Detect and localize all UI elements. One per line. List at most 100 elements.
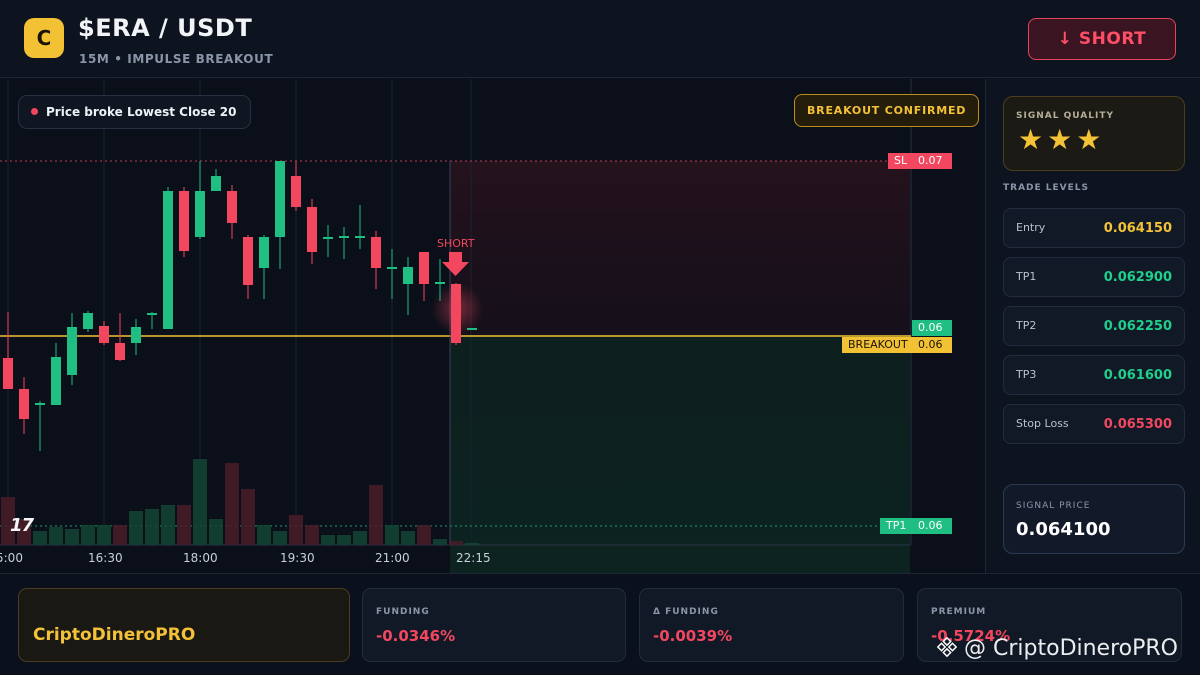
candle-body	[147, 313, 157, 315]
candles	[3, 161, 477, 451]
candle-body	[259, 237, 269, 268]
candle-body	[51, 357, 61, 405]
timeframe-subtitle: 15M • IMPULSE BREAKOUT	[79, 52, 274, 66]
app-logo: C	[24, 18, 64, 58]
signal-quality-card: SIGNAL QUALITY ★★★	[1003, 96, 1185, 171]
candle-body	[243, 237, 253, 285]
breakout-tag-value: 0.06	[912, 337, 952, 353]
volume-bar	[289, 515, 303, 545]
candle-body	[99, 326, 109, 343]
target-zone	[450, 336, 910, 573]
candle-body	[355, 236, 365, 238]
breakout-confirmed-badge: BREAKOUT CONFIRMED	[794, 94, 980, 127]
volume-bar	[321, 535, 335, 545]
volume-bar	[433, 539, 447, 545]
level-tp1: TP1 0.062900	[1003, 257, 1185, 297]
level-value: 0.061600	[1103, 368, 1172, 383]
alert-dot-icon	[31, 108, 38, 115]
binance-icon	[936, 636, 958, 658]
signal-quality-label: SIGNAL QUALITY	[1016, 111, 1114, 121]
current-price-tag: 0.06	[912, 320, 952, 336]
volume-bar	[145, 509, 159, 545]
candle-body	[179, 191, 189, 251]
candle-body	[3, 358, 13, 389]
time-label: 21:00	[375, 551, 410, 565]
candle-body	[371, 237, 381, 268]
sl-tag-key: SL	[888, 153, 914, 169]
candle-body	[291, 176, 301, 207]
watermark: @ CriptoDineroPRO	[936, 636, 1178, 661]
volume-bars	[1, 459, 479, 545]
delta-funding-card: Δ FUNDING -0.0039%	[639, 588, 904, 662]
signal-glow	[431, 283, 483, 335]
level-value: 0.064150	[1103, 221, 1172, 236]
level-stop-loss: Stop Loss 0.065300	[1003, 404, 1185, 444]
level-entry: Entry 0.064150	[1003, 208, 1185, 248]
header: C $ERA / USDT 15M • IMPULSE BREAKOUT ↓ S…	[0, 0, 1200, 78]
volume-bar	[177, 505, 191, 545]
volume-bar	[257, 525, 271, 545]
time-label: 18:00	[183, 551, 218, 565]
candle-body	[35, 403, 45, 405]
volume-bar	[241, 489, 255, 545]
tp1-tag-key: TP1	[880, 518, 913, 534]
tp1-tag-value: 0.06	[912, 518, 952, 534]
volume-bar	[225, 463, 239, 545]
volume-bar	[161, 505, 175, 545]
candle-body	[435, 282, 445, 284]
candle-body	[403, 267, 413, 284]
funding-card: FUNDING -0.0346%	[362, 588, 626, 662]
volume-bar	[209, 519, 223, 545]
level-tp2: TP2 0.062250	[1003, 306, 1185, 346]
candle-body	[115, 343, 125, 360]
volume-bar	[337, 535, 351, 545]
sl-tag-value: 0.07	[912, 153, 952, 169]
candle-body	[19, 389, 29, 419]
volume-bar	[417, 525, 431, 545]
volume-bar	[81, 525, 95, 545]
short-button[interactable]: ↓ SHORT	[1028, 18, 1176, 60]
candle-body	[211, 176, 221, 191]
short-signal-label: SHORT	[437, 237, 475, 250]
volume-bar	[97, 525, 111, 545]
metric-label: FUNDING	[376, 607, 430, 617]
metric-label: Δ FUNDING	[653, 607, 719, 617]
signal-price-label: SIGNAL PRICE	[1016, 501, 1091, 511]
volume-bar	[449, 541, 463, 545]
volume-bar	[113, 525, 127, 545]
candle-body	[275, 161, 285, 237]
volume-bar	[465, 543, 479, 545]
grid-lines	[7, 79, 472, 545]
level-value: 0.062250	[1103, 319, 1172, 334]
volume-bar	[385, 525, 399, 545]
volume-bar	[369, 485, 383, 545]
candle-body	[195, 191, 205, 237]
volume-bar	[193, 459, 207, 545]
level-label: Entry	[1016, 221, 1046, 234]
volume-bar	[353, 531, 367, 545]
level-label: Stop Loss	[1016, 417, 1069, 430]
volume-bar	[401, 531, 415, 545]
level-value: 0.065300	[1103, 417, 1172, 432]
candle-body	[323, 237, 333, 239]
volume-bar	[273, 531, 287, 545]
candle-body	[339, 236, 349, 238]
breakout-info-text: Price broke Lowest Close 20	[46, 105, 237, 119]
time-label: 5:00	[0, 551, 23, 565]
candle-body	[307, 207, 317, 252]
time-label: 16:30	[88, 551, 123, 565]
footer-metrics: CriptoDineroPRO FUNDING -0.0346% Δ FUNDI…	[0, 573, 1200, 675]
price-chart[interactable]: Price broke Lowest Close 20 BREAKOUT CON…	[0, 79, 984, 573]
candle-body	[227, 191, 237, 223]
candle-body	[419, 252, 429, 284]
breakout-info-pill: Price broke Lowest Close 20	[18, 95, 252, 129]
pair-title: $ERA / USDT	[78, 14, 253, 42]
trade-levels-title: TRADE LEVELS	[1003, 183, 1089, 193]
brand-name: CriptoDineroPRO	[33, 625, 196, 645]
time-label: 19:30	[280, 551, 315, 565]
star-rating-icon: ★★★	[1018, 123, 1106, 156]
volume-bar	[49, 527, 63, 545]
level-value: 0.062900	[1103, 270, 1172, 285]
signal-price-value: 0.064100	[1016, 519, 1111, 540]
volume-bar	[129, 511, 143, 545]
